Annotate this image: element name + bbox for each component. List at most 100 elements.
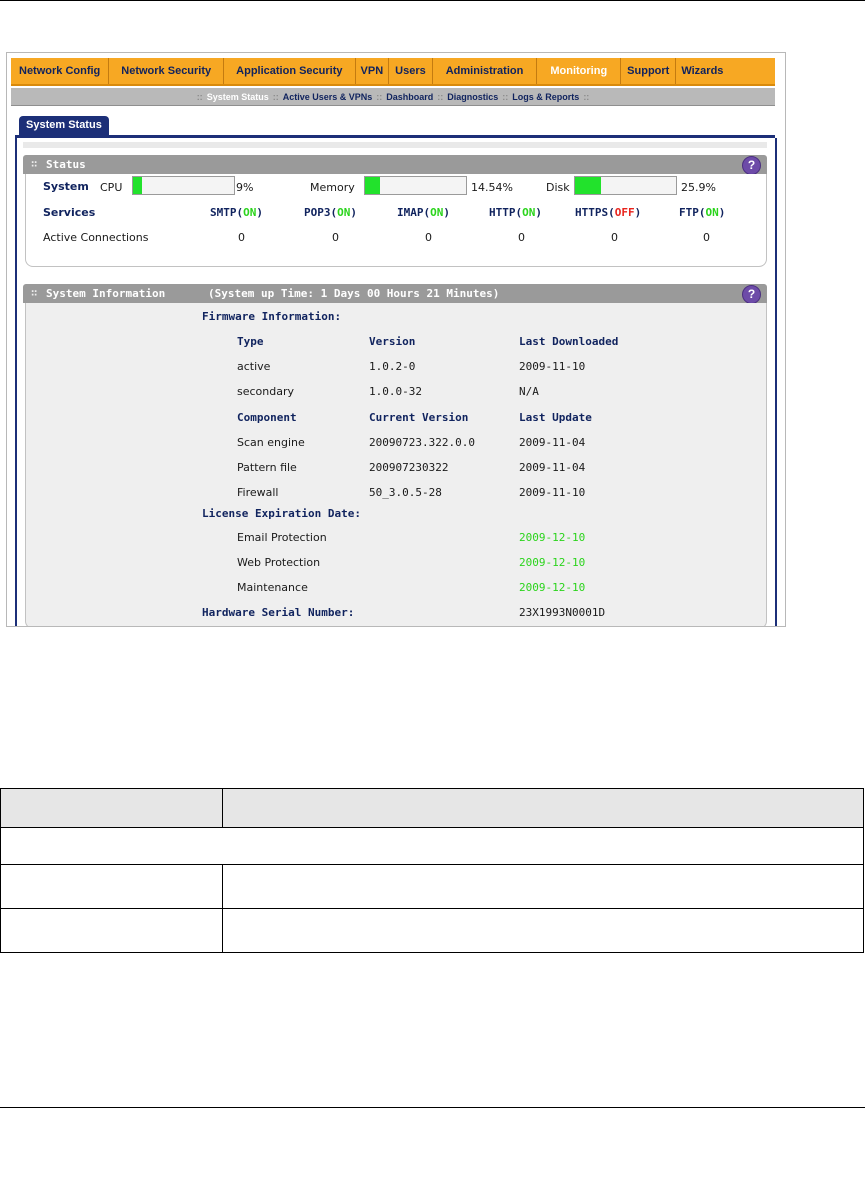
- active-connections-https: 0: [611, 231, 618, 244]
- comp-header-current-version: Current Version: [369, 411, 469, 424]
- license-expiration: 2009-12-10: [519, 556, 586, 569]
- cpu-value: 9%: [236, 181, 254, 194]
- table-row: [0, 864, 864, 909]
- disk-label: Disk: [546, 181, 570, 194]
- table-header-cell: [222, 788, 864, 828]
- system-label: System: [43, 180, 89, 193]
- table-header-cell: [0, 788, 223, 828]
- table-cell: [0, 827, 864, 865]
- content-top-strip: [23, 142, 767, 148]
- tab-system-status[interactable]: System Status: [19, 116, 109, 135]
- nav-application-security[interactable]: Application Security: [224, 58, 356, 84]
- status-panel: System CPU 9% Memory 14.54% Disk 25.9% S…: [25, 174, 767, 267]
- subnav-active-users-vpns[interactable]: Active Users & VPNs: [283, 92, 373, 102]
- memory-usage-fill: [365, 177, 380, 194]
- hardware-serial-value: 23X1993N0001D: [519, 606, 606, 619]
- active-connections-smtp: 0: [238, 231, 245, 244]
- subnav-logs-reports[interactable]: Logs & Reports: [512, 92, 579, 102]
- table-row: [0, 827, 864, 865]
- fw-version: 1.0.0-32: [369, 385, 422, 398]
- fw-last-downloaded: 2009-11-10: [519, 360, 586, 373]
- component-version: 200907230322: [369, 461, 449, 474]
- component-last-update: 2009-11-04: [519, 436, 586, 449]
- fw-version: 1.0.2-0: [369, 360, 416, 373]
- component-name: Pattern file: [237, 461, 297, 474]
- top-nav: Network Config Network Security Applicat…: [11, 58, 775, 86]
- fw-last-downloaded: N/A: [519, 385, 539, 398]
- hardware-serial-label: Hardware Serial Number:: [202, 606, 355, 619]
- system-information-title: System Information: [46, 287, 166, 300]
- nav-users[interactable]: Users: [389, 58, 433, 84]
- subnav-diagnostics[interactable]: Diagnostics: [447, 92, 498, 102]
- nav-network-config[interactable]: Network Config: [11, 58, 110, 84]
- subnav-separator: ::: [583, 91, 590, 102]
- active-connections-http: 0: [518, 231, 525, 244]
- component-name: Scan engine: [237, 436, 305, 449]
- help-icon[interactable]: ?: [742, 156, 761, 175]
- table-cell: [0, 864, 223, 909]
- subnav-separator: ::: [196, 91, 203, 102]
- comp-header-last-update: Last Update: [519, 411, 592, 424]
- sub-nav: :: System Status :: Active Users & VPNs …: [11, 88, 775, 106]
- cpu-usage-fill: [133, 177, 143, 194]
- subnav-separator: ::: [376, 91, 383, 102]
- component-version: 20090723.322.0.0: [369, 436, 475, 449]
- fw-header-last-downloaded: Last Downloaded: [519, 335, 619, 348]
- license-expiration: 2009-12-10: [519, 581, 586, 594]
- memory-value: 14.54%: [471, 181, 513, 194]
- service-imap: IMAP(ON): [397, 206, 450, 219]
- active-connections-imap: 0: [425, 231, 432, 244]
- component-name: Firewall: [237, 486, 279, 499]
- license-expiration: 2009-12-10: [519, 531, 586, 544]
- license-name: Maintenance: [237, 581, 308, 594]
- tab-content: ∷ Status ? System CPU 9% Memory 14.54% D…: [15, 138, 777, 626]
- nav-network-security[interactable]: Network Security: [109, 58, 225, 84]
- nav-support[interactable]: Support: [621, 58, 677, 84]
- cpu-usage-bar: [132, 176, 235, 195]
- table-row: [0, 908, 864, 953]
- page-top-rule: [0, 0, 865, 1]
- system-information-panel: Firmware Information: Type Version Last …: [25, 303, 767, 626]
- memory-usage-bar: [364, 176, 467, 195]
- fw-header-type: Type: [237, 335, 264, 348]
- fw-type: secondary: [237, 385, 295, 398]
- active-connections-pop3: 0: [332, 231, 339, 244]
- grip-icon: ∷: [31, 159, 38, 170]
- license-expiration-title: License Expiration Date:: [202, 507, 361, 520]
- component-last-update: 2009-11-10: [519, 486, 586, 499]
- service-pop3: POP3(ON): [304, 206, 357, 219]
- fw-type: active: [237, 360, 271, 373]
- comp-header-component: Component: [237, 411, 297, 424]
- settings-table: [0, 788, 864, 953]
- cpu-label: CPU: [100, 181, 123, 194]
- nav-administration[interactable]: Administration: [433, 58, 538, 84]
- nav-monitoring[interactable]: Monitoring: [537, 58, 622, 84]
- service-https: HTTPS(OFF): [575, 206, 642, 219]
- help-icon[interactable]: ?: [742, 285, 761, 304]
- status-title: Status: [46, 158, 86, 171]
- memory-label: Memory: [310, 181, 355, 194]
- license-name: Email Protection: [237, 531, 327, 544]
- disk-usage-fill: [575, 177, 602, 194]
- active-connections-ftp: 0: [703, 231, 710, 244]
- nav-wizards[interactable]: Wizards: [676, 58, 728, 84]
- subnav-system-status[interactable]: System Status: [207, 92, 269, 102]
- subnav-dashboard[interactable]: Dashboard: [386, 92, 433, 102]
- system-information-header: ∷ System Information (System up Time: 1 …: [23, 284, 767, 304]
- nav-vpn[interactable]: VPN: [356, 58, 390, 84]
- services-label: Services: [43, 206, 96, 219]
- service-smtp: SMTP(ON): [210, 206, 263, 219]
- status-header: ∷ Status ?: [23, 155, 767, 175]
- firmware-information-title: Firmware Information:: [202, 310, 342, 323]
- screenshot-frame: Network Config Network Security Applicat…: [6, 52, 786, 627]
- table-cell: [222, 908, 864, 953]
- disk-usage-bar: [574, 176, 677, 195]
- component-last-update: 2009-11-04: [519, 461, 586, 474]
- disk-value: 25.9%: [681, 181, 716, 194]
- active-connections-label: Active Connections: [43, 231, 149, 244]
- license-name: Web Protection: [237, 556, 321, 569]
- subnav-separator: ::: [272, 91, 279, 102]
- grip-icon: ∷: [31, 288, 38, 299]
- service-ftp: FTP(ON): [679, 206, 726, 219]
- component-version: 50_3.0.5-28: [369, 486, 442, 499]
